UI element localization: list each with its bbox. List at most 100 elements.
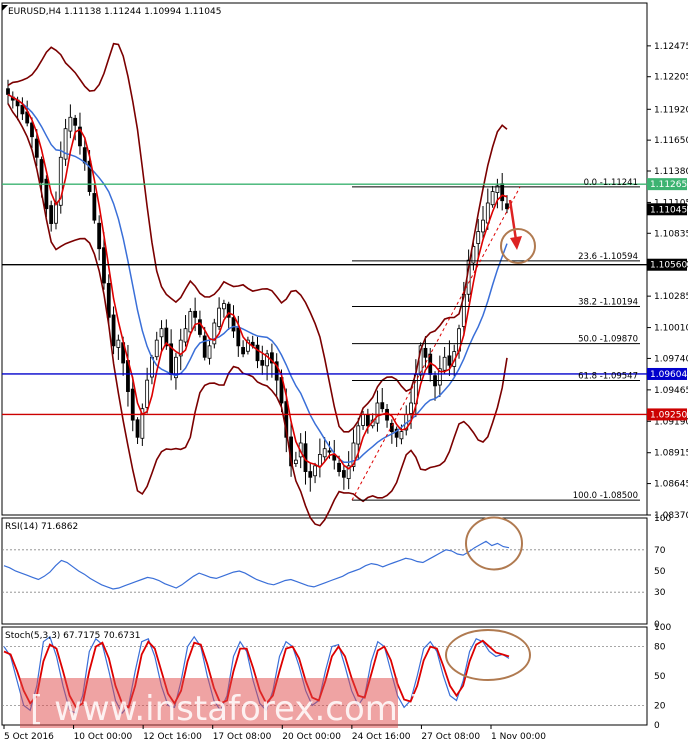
candle-body <box>198 319 202 335</box>
candle-body <box>322 448 327 458</box>
candle-body <box>73 117 78 126</box>
rsi-tick-label: 50 <box>654 567 666 577</box>
candle-body <box>255 344 260 362</box>
candle-body <box>111 314 116 347</box>
candle-body <box>505 203 509 210</box>
candle-body <box>193 310 198 318</box>
price-tick-label: 1.11650 <box>654 136 688 146</box>
stoch-title-label: Stoch(5,3,3) 67.7175 70.6731 <box>5 631 140 641</box>
price-tick-label: 1.08915 <box>654 449 688 459</box>
eurusd-h4-chart: 1.124751.122051.119201.116501.113801.111… <box>1 2 688 742</box>
chart-header-label: EURUSD,H4 1.11138 1.11244 1.10994 1.1104… <box>8 7 221 17</box>
candle-body <box>241 347 246 355</box>
candle-body <box>159 328 164 338</box>
candle-body <box>49 205 54 224</box>
price-tick-label: 1.10010 <box>654 324 688 334</box>
candle-body <box>308 471 313 478</box>
candle-body <box>341 470 346 478</box>
candle-body <box>82 147 87 164</box>
candle-body <box>500 183 505 202</box>
price-tick-label: 1.10835 <box>654 229 688 239</box>
time-tick-label: 27 Oct 08:00 <box>421 732 480 742</box>
candle-body <box>145 379 150 408</box>
price-tick-label: 1.08645 <box>654 480 688 490</box>
current-price-tag-label: 1.11045 <box>650 205 687 215</box>
candle-body <box>207 345 212 359</box>
level-price-tag-label: 1.09250 <box>650 410 687 420</box>
price-tick-label: 1.11920 <box>654 105 688 115</box>
candle-body <box>337 462 341 472</box>
candle-body <box>30 122 34 138</box>
candle-body <box>356 425 361 445</box>
chart-window: 1.124751.122051.119201.116501.113801.111… <box>0 0 688 746</box>
candle-body <box>361 414 365 426</box>
candle-body <box>399 431 404 440</box>
candle-body <box>365 414 370 427</box>
candle-body <box>409 402 413 414</box>
time-tick-label: 12 Oct 16:00 <box>143 732 202 742</box>
rsi-tick-label: 70 <box>654 546 666 556</box>
candle-body <box>39 159 44 183</box>
candle-body <box>313 465 317 477</box>
candle-body <box>332 455 337 461</box>
fib-level-label: 50.0 -1.09870 <box>578 335 638 345</box>
candle-body <box>222 303 226 310</box>
candle-body <box>293 459 298 464</box>
candle-body <box>447 355 452 366</box>
candle-body <box>92 193 97 221</box>
level-price-tag-label: 1.10560 <box>650 261 687 271</box>
fib-level-label: 61.8 -1.09547 <box>578 371 638 381</box>
time-tick-label: 5 Oct 2016 <box>4 732 54 742</box>
stoch-tick-label: 80 <box>654 643 666 653</box>
rsi-title-label: RSI(14) 71.6862 <box>5 522 78 532</box>
fib-level-label: 0.0 -1.11241 <box>584 178 638 188</box>
stoch-tick-label: 20 <box>654 701 666 711</box>
rsi-tick-label: 30 <box>654 588 666 598</box>
candle-body <box>423 347 428 358</box>
price-tick-label: 1.09465 <box>654 386 688 396</box>
candle-body <box>154 339 159 358</box>
time-tick-label: 20 Oct 00:00 <box>282 732 341 742</box>
price-tick-label: 1.12475 <box>654 42 688 52</box>
candle-body <box>217 307 222 327</box>
price-tick-label: 1.09740 <box>654 354 688 364</box>
candle-body <box>375 402 380 424</box>
candle-body <box>380 402 385 410</box>
fib-level-label: 23.6 -1.10594 <box>578 252 638 262</box>
candle-body <box>490 191 495 206</box>
fib-level-label: 100.0 -1.08500 <box>573 491 638 501</box>
candle-body <box>317 454 322 467</box>
time-tick-label: 1 Nov 00:00 <box>491 732 546 742</box>
price-tick-label: 1.12205 <box>654 73 688 83</box>
time-tick-label: 10 Oct 00:00 <box>74 732 133 742</box>
level-price-tag-label: 1.11265 <box>650 180 687 190</box>
fib-level-label: 38.2 -1.10194 <box>578 298 638 308</box>
candle-body <box>481 219 485 233</box>
level-price-tag-label: 1.09604 <box>650 370 687 380</box>
candle-body <box>135 419 140 438</box>
candle-body <box>236 327 241 347</box>
candle-body <box>116 339 121 348</box>
price-tick-label: 1.10285 <box>654 292 688 302</box>
candle-body <box>68 116 73 132</box>
candle-body <box>260 360 265 366</box>
candle-body <box>202 335 207 358</box>
candle-body <box>6 88 10 95</box>
candle-body <box>54 202 58 224</box>
candle-body <box>476 231 481 244</box>
candle-body <box>327 450 332 453</box>
stoch-tick-label: 0 <box>654 721 660 731</box>
time-tick-label: 17 Oct 08:00 <box>213 732 272 742</box>
candle-body <box>34 138 39 158</box>
candle-body <box>130 388 135 421</box>
stoch-tick-label: 50 <box>654 672 666 682</box>
candle-body <box>106 283 111 318</box>
candle-body <box>97 222 102 250</box>
price-tick-label: 1.11380 <box>654 167 688 177</box>
watermark-label: [ www.instaforex.com ] <box>30 689 422 729</box>
candle-body <box>442 356 447 371</box>
rsi-tick-label: 100 <box>654 514 671 524</box>
candle-body <box>188 311 193 333</box>
stoch-tick-label: 100 <box>654 623 671 633</box>
time-tick-label: 24 Oct 16:00 <box>352 732 411 742</box>
